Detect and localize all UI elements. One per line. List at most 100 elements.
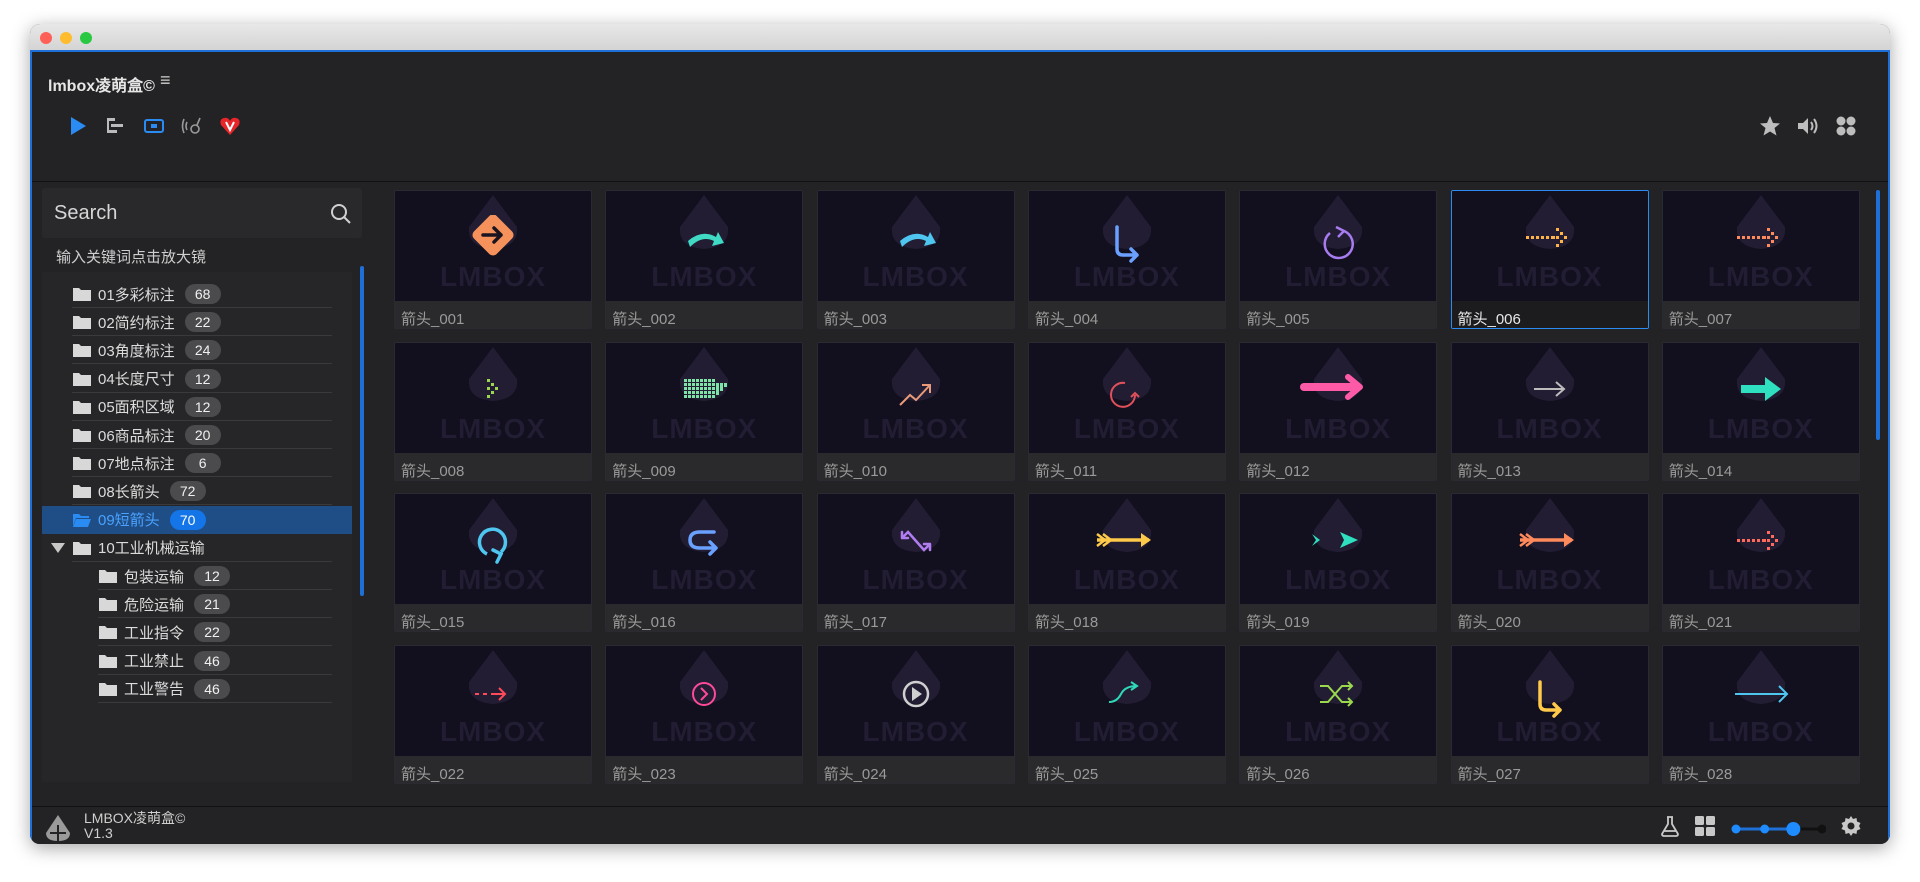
card-label: 箭头_008: [401, 462, 465, 480]
card-label: 箭头_018: [1034, 614, 1099, 631]
grid-flower-icon[interactable]: [1834, 114, 1858, 138]
tree-item-label: 工业指令: [124, 624, 185, 642]
asset-card[interactable]: LMBOX 箭头_020: [1450, 493, 1649, 632]
asset-thumbnail: LMBOX: [1662, 342, 1859, 453]
tree-item-label: 工业警告: [124, 681, 185, 699]
asset-card[interactable]: LMBOX 箭头_013: [1450, 341, 1649, 481]
asset-card[interactable]: LMBOX 箭头_027: [1450, 644, 1649, 784]
tree-item[interactable]: 04长度尺寸 12: [72, 365, 332, 393]
tree-item[interactable]: 05面积区域 12: [72, 393, 332, 421]
card-label: 箭头_027: [1457, 765, 1521, 783]
tree-item[interactable]: 07地点标注 6: [72, 449, 332, 478]
close-window-button[interactable]: [40, 32, 52, 44]
asset-card[interactable]: LMBOX 箭头_017: [816, 493, 1015, 632]
asset-card[interactable]: LMBOX 箭头_011: [1027, 341, 1226, 481]
asset-card[interactable]: LMBOX 箭头_024: [816, 644, 1015, 784]
asset-card[interactable]: LMBOX 箭头_028: [1661, 644, 1860, 784]
flask-icon[interactable]: [1660, 815, 1680, 842]
asset-card[interactable]: LMBOX 箭头_002: [605, 190, 804, 329]
asset-thumbnail: LMBOX: [1240, 645, 1437, 756]
asset-card[interactable]: LMBOX 箭头_001: [394, 190, 592, 329]
asset-card[interactable]: LMBOX 箭头_003: [816, 190, 1015, 329]
asset-grid: LMBOX 箭头_001 LMBOX 箭头_002 LMBOX 箭头_003 LMBO…: [394, 190, 1884, 790]
tree-item[interactable]: 03角度标注 24: [72, 336, 332, 365]
folder-icon: [72, 540, 92, 556]
grid-scrollbar[interactable]: [1876, 190, 1880, 440]
asset-card[interactable]: LMBOX 箭头_025: [1027, 644, 1226, 784]
folder-icon: [98, 653, 118, 669]
card-label: 箭头_028: [1668, 765, 1733, 783]
app-title: lmbox凌萌盒©: [48, 78, 155, 95]
asset-card[interactable]: LMBOX 箭头_022: [394, 644, 592, 784]
tree-item[interactable]: 08长箭头 72: [72, 477, 332, 506]
card-label: 箭头_012: [1246, 462, 1310, 480]
zoom-window-button[interactable]: [80, 32, 92, 44]
asset-thumbnail: LMBOX: [1028, 494, 1225, 604]
tree-item-label: 10工业机械运输: [98, 540, 205, 558]
tree-item[interactable]: 危险运输 21: [98, 590, 332, 619]
tree-item[interactable]: 02简约标注 22: [72, 308, 332, 337]
tree-item[interactable]: 工业指令 22: [98, 618, 332, 647]
asset-thumbnail: LMBOX: [1451, 645, 1648, 756]
volume-icon[interactable]: [1796, 114, 1820, 138]
asset-card[interactable]: LMBOX 箭头_009: [605, 341, 804, 481]
hamburger-icon[interactable]: ≡: [160, 70, 171, 91]
tree-item-label: 08长箭头: [98, 483, 160, 501]
titlebar: [30, 24, 1890, 50]
asset-card[interactable]: LMBOX 箭头_023: [605, 644, 804, 784]
asset-thumbnail: LMBOX: [395, 494, 591, 604]
asset-card[interactable]: LMBOX 箭头_010: [816, 341, 1015, 481]
tree-item[interactable]: 01多彩标注 68: [72, 280, 332, 308]
asset-card[interactable]: LMBOX 箭头_005: [1239, 190, 1438, 329]
minimize-window-button[interactable]: [60, 32, 72, 44]
grid-icon[interactable]: [1694, 815, 1716, 842]
signal-icon[interactable]: [180, 114, 204, 138]
capture-icon[interactable]: [142, 114, 166, 138]
star-icon[interactable]: [1758, 114, 1782, 138]
count-badge: 12: [194, 566, 231, 586]
asset-card[interactable]: LMBOX 箭头_006: [1450, 190, 1649, 329]
asset-card[interactable]: LMBOX 箭头_016: [605, 493, 804, 632]
asset-card[interactable]: LMBOX 箭头_007: [1661, 190, 1860, 329]
asset-thumbnail: LMBOX: [817, 494, 1014, 604]
sidebar-scrollbar[interactable]: [360, 266, 364, 596]
zoom-slider[interactable]: [1730, 819, 1827, 839]
asset-thumbnail: LMBOX: [1240, 342, 1437, 453]
folder-icon: [72, 314, 92, 330]
asset-card[interactable]: LMBOX 箭头_019: [1239, 493, 1438, 632]
search-icon[interactable]: [330, 203, 352, 230]
tree-item[interactable]: 工业警告 46: [98, 675, 332, 703]
asset-thumbnail: LMBOX: [1451, 191, 1648, 301]
tree-item-label: 03角度标注: [98, 342, 175, 360]
asset-card[interactable]: LMBOX 箭头_026: [1239, 644, 1438, 784]
card-label: 箭头_010: [823, 462, 887, 480]
folder-icon: [72, 455, 92, 471]
search-hint: 输入关键词点击放大镜: [56, 249, 207, 266]
tree-item[interactable]: 包装运输 12: [98, 562, 332, 590]
search-input[interactable]: [54, 198, 314, 228]
tree-item-label: 危险运输: [124, 596, 185, 614]
asset-card[interactable]: LMBOX 箭头_015: [394, 493, 592, 632]
asset-card[interactable]: LMBOX 箭头_018: [1027, 493, 1226, 632]
gear-icon[interactable]: [1840, 815, 1862, 842]
card-label: 箭头_004: [1034, 311, 1099, 328]
tree-item[interactable]: 06商品标注 20: [72, 421, 332, 449]
asset-card[interactable]: LMBOX 箭头_008: [394, 341, 592, 481]
asset-card[interactable]: LMBOX 箭头_004: [1027, 190, 1226, 329]
asset-card[interactable]: LMBOX 箭头_021: [1661, 493, 1860, 632]
folder-icon: [72, 286, 92, 302]
sidebar: 输入关键词点击放大镜 01多彩标注 68 02简约标注 22 03角度标注 24 04长度尺…: [42, 188, 372, 788]
play-icon[interactable]: [66, 114, 90, 138]
tree-item[interactable]: 09短箭头 70: [42, 505, 352, 534]
tree-item[interactable]: 工业禁止 46: [98, 647, 332, 675]
count-badge: 22: [194, 622, 231, 643]
tree-item[interactable]: 10工业机械运输: [51, 534, 332, 562]
expand-triangle-icon[interactable]: [50, 542, 66, 554]
timeline-icon[interactable]: [104, 114, 128, 138]
vip-heart-icon[interactable]: [218, 114, 242, 138]
asset-card[interactable]: LMBOX 箭头_014: [1661, 341, 1860, 481]
search-box: [42, 188, 362, 238]
tree-divider: [98, 701, 332, 703]
lmbox-logo-icon: [44, 813, 72, 844]
asset-card[interactable]: LMBOX 箭头_012: [1239, 341, 1438, 481]
